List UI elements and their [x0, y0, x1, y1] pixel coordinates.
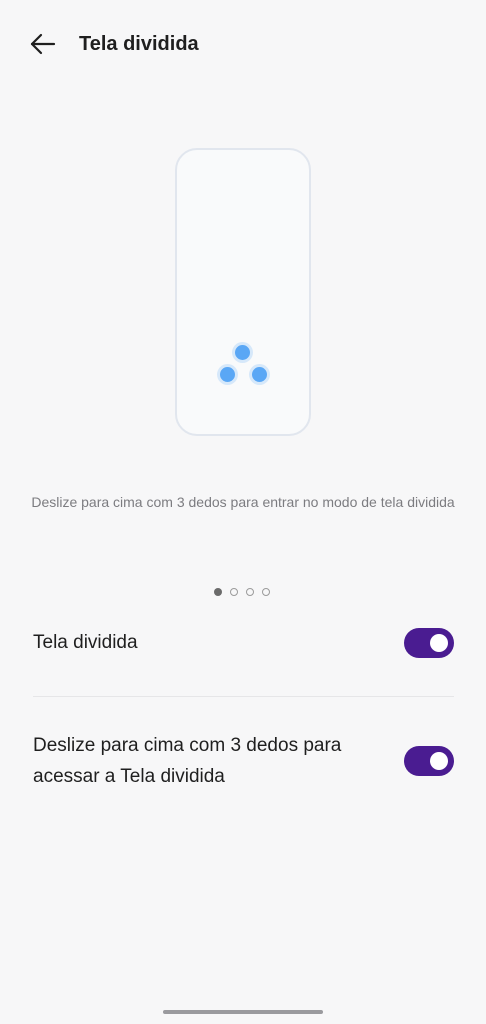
setting-row-three-finger-swipe[interactable]: Deslize para cima com 3 dedos para acess… — [33, 730, 454, 794]
finger-dot-icon — [220, 367, 235, 382]
page-indicator — [214, 588, 270, 598]
gesture-illustration — [175, 148, 311, 436]
three-finger-swipe-toggle[interactable] — [404, 746, 454, 776]
setting-label: Deslize para cima com 3 dedos para acess… — [33, 735, 342, 787]
divider — [33, 696, 454, 697]
page-dot — [246, 588, 254, 596]
arrow-left-icon — [30, 33, 56, 55]
home-indicator[interactable] — [163, 1010, 323, 1014]
page-dot — [262, 588, 270, 596]
page-dot — [230, 588, 238, 596]
setting-label: Tela dividida — [33, 632, 138, 653]
page-title: Tela dividida — [79, 33, 199, 55]
back-button[interactable] — [24, 28, 60, 60]
gesture-hint-text: Deslize para cima com 3 dedos para entra… — [31, 494, 455, 510]
toggle-knob — [430, 634, 448, 652]
finger-dot-icon — [235, 345, 250, 360]
finger-dot-icon — [252, 367, 267, 382]
phone-outline-icon — [175, 148, 311, 436]
setting-row-split-screen[interactable]: Tela dividida — [33, 627, 454, 659]
split-screen-toggle[interactable] — [404, 628, 454, 658]
page-dot-active — [214, 588, 222, 596]
app-bar: Tela dividida — [0, 0, 486, 88]
toggle-knob — [430, 752, 448, 770]
